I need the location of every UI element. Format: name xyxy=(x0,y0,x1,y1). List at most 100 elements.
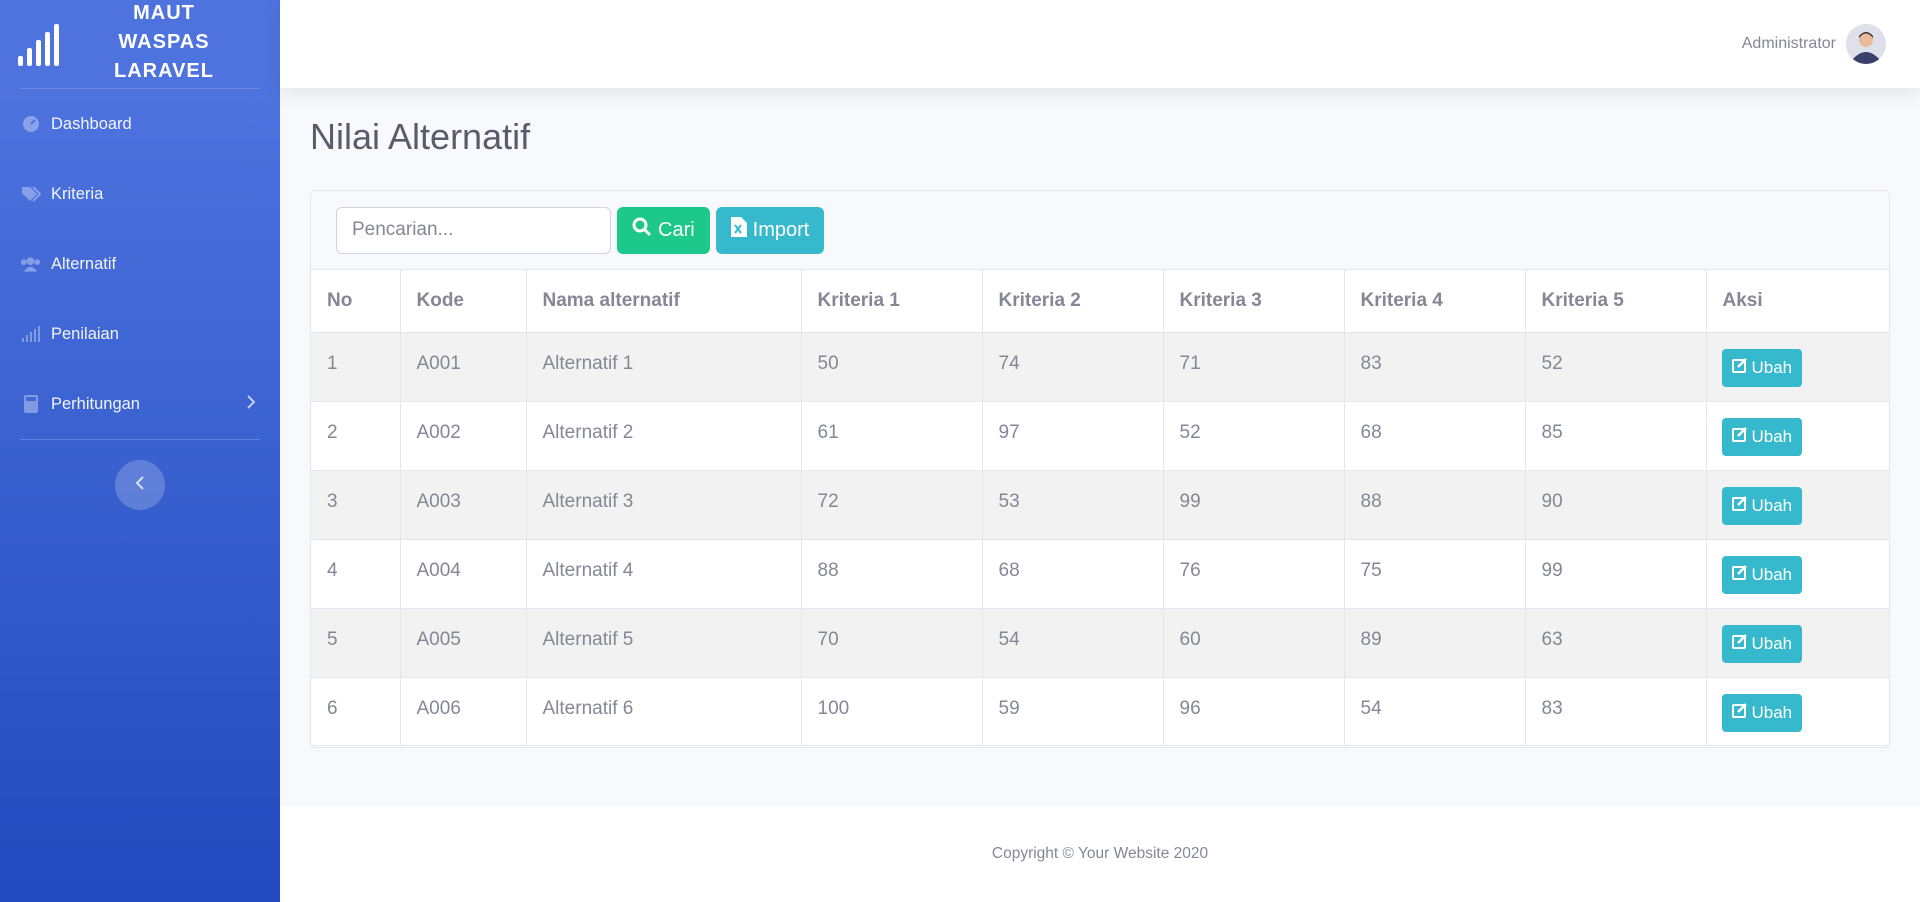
edit-icon xyxy=(1731,426,1748,447)
edit-icon xyxy=(1731,357,1748,378)
page-title: Nilai Alternatif xyxy=(310,116,531,157)
edit-button-label: Ubah xyxy=(1751,633,1793,653)
column-header[interactable]: Kriteria 3 xyxy=(1163,270,1345,333)
brand-line-3: LARAVEL xyxy=(114,59,214,82)
table-row: 1 A001 Alternatif 1 50 74 71 83 52 Ubah xyxy=(311,332,1889,402)
table-cell: 1 xyxy=(311,332,401,402)
table-cell: 50 xyxy=(801,332,983,402)
sidebar-item-penilaian[interactable]: Penilaian xyxy=(0,299,280,369)
edit-button[interactable]: Ubah xyxy=(1721,624,1803,663)
table-cell: 83 xyxy=(1344,332,1526,402)
action-cell: Ubah xyxy=(1706,539,1889,609)
edit-button[interactable]: Ubah xyxy=(1721,417,1803,456)
column-header[interactable]: Kode xyxy=(400,270,527,333)
table-cell: Alternatif 2 xyxy=(526,401,802,471)
sidebar-item-kriteria[interactable]: Kriteria xyxy=(0,159,280,229)
brand-line-1: MAUT xyxy=(133,1,195,24)
search-button[interactable]: Cari xyxy=(617,206,710,254)
table-cell: 89 xyxy=(1344,608,1526,678)
alternatives-table: No Kode Nama alternatif Kriteria 1 Krite… xyxy=(311,270,1889,746)
sidebar-item-dashboard[interactable]: Dashboard xyxy=(0,89,280,159)
card-toolbar: Cari Import xyxy=(311,191,1889,270)
table-cell: A006 xyxy=(400,677,527,746)
brand[interactable]: MAUT WASPAS LARAVEL xyxy=(0,0,280,88)
edit-button[interactable]: Ubah xyxy=(1721,555,1803,594)
edit-icon xyxy=(1731,702,1748,723)
chevron-right-icon xyxy=(246,394,256,415)
table-cell: A001 xyxy=(400,332,527,402)
sidebar-item-label: Alternatif xyxy=(51,254,117,273)
table-cell: 97 xyxy=(982,401,1164,471)
table-cell: 85 xyxy=(1525,401,1707,471)
table-cell: 68 xyxy=(1344,401,1526,471)
column-header[interactable]: Kriteria 5 xyxy=(1525,270,1707,333)
table-cell: 4 xyxy=(311,539,401,609)
table-cell: 99 xyxy=(1525,539,1707,609)
edit-icon xyxy=(1731,633,1748,654)
column-header: Aksi xyxy=(1706,270,1889,333)
action-cell: Ubah xyxy=(1706,470,1889,540)
table-cell: 54 xyxy=(982,608,1164,678)
table-cell: A004 xyxy=(400,539,527,609)
table-cell: 52 xyxy=(1525,332,1707,402)
table-cell: 74 xyxy=(982,332,1164,402)
sidebar-item-perhitungan[interactable]: Perhitungan xyxy=(0,369,280,439)
sidebar-item-label: Perhitungan xyxy=(51,394,140,413)
table-header-row: No Kode Nama alternatif Kriteria 1 Krite… xyxy=(311,270,1889,333)
table-cell: 3 xyxy=(311,470,401,540)
table-cell: 83 xyxy=(1525,677,1707,746)
table-cell: Alternatif 5 xyxy=(526,608,802,678)
column-header[interactable]: No xyxy=(311,270,401,333)
avatar[interactable] xyxy=(1846,24,1886,64)
brand-line-2: WASPAS xyxy=(118,30,210,53)
table-cell: 88 xyxy=(1344,470,1526,540)
edit-button[interactable]: Ubah xyxy=(1721,486,1803,525)
table-row: 6 A006 Alternatif 6 100 59 96 54 83 Ubah xyxy=(311,677,1889,746)
user-name[interactable]: Administrator xyxy=(1742,35,1836,53)
table-cell: Alternatif 4 xyxy=(526,539,802,609)
table-cell: 60 xyxy=(1163,608,1345,678)
edit-button[interactable]: Ubah xyxy=(1721,693,1803,732)
table-cell: 6 xyxy=(311,677,401,746)
signal-icon xyxy=(20,325,41,343)
action-cell: Ubah xyxy=(1706,332,1889,402)
users-icon xyxy=(20,255,41,273)
action-cell: Ubah xyxy=(1706,608,1889,678)
table-cell: 61 xyxy=(801,401,983,471)
table-cell: Alternatif 1 xyxy=(526,332,802,402)
sidebar-item-alternatif[interactable]: Alternatif xyxy=(0,229,280,299)
sidebar-toggle-button[interactable] xyxy=(115,460,165,510)
table-cell: 71 xyxy=(1163,332,1345,402)
import-button[interactable]: Import xyxy=(715,206,825,254)
sidebar-divider xyxy=(20,439,260,440)
file-excel-icon xyxy=(730,217,747,243)
column-header[interactable]: Kriteria 2 xyxy=(982,270,1164,333)
table-cell: Alternatif 3 xyxy=(526,470,802,540)
column-header[interactable]: Nama alternatif xyxy=(526,270,802,333)
edit-icon xyxy=(1731,495,1748,516)
brand-title: MAUT WASPAS LARAVEL xyxy=(68,0,280,86)
action-cell: Ubah xyxy=(1706,677,1889,746)
signal-bars-icon xyxy=(18,22,68,66)
table-cell: 53 xyxy=(982,470,1164,540)
column-header[interactable]: Kriteria 1 xyxy=(801,270,983,333)
table-cell: 59 xyxy=(982,677,1164,746)
search-input[interactable] xyxy=(336,206,611,254)
table-cell: 76 xyxy=(1163,539,1345,609)
edit-button[interactable]: Ubah xyxy=(1721,348,1803,387)
table-cell: 88 xyxy=(801,539,983,609)
sidebar: MAUT WASPAS LARAVEL Dashboard Kriteria A… xyxy=(0,0,280,902)
table-cell: A003 xyxy=(400,470,527,540)
sidebar-item-label: Kriteria xyxy=(51,184,104,203)
table-cell: 96 xyxy=(1163,677,1345,746)
table-cell: 52 xyxy=(1163,401,1345,471)
footer: Copyright © Your Website 2020 xyxy=(280,806,1920,902)
tags-icon xyxy=(20,185,41,203)
column-header[interactable]: Kriteria 4 xyxy=(1344,270,1526,333)
sidebar-item-label: Penilaian xyxy=(51,324,119,343)
table-cell: 70 xyxy=(801,608,983,678)
table-cell: 2 xyxy=(311,401,401,471)
table-body: 1 A001 Alternatif 1 50 74 71 83 52 Ubah 2 A002 Alte… xyxy=(311,332,1889,746)
table-cell: 72 xyxy=(801,470,983,540)
table-cell: 63 xyxy=(1525,608,1707,678)
